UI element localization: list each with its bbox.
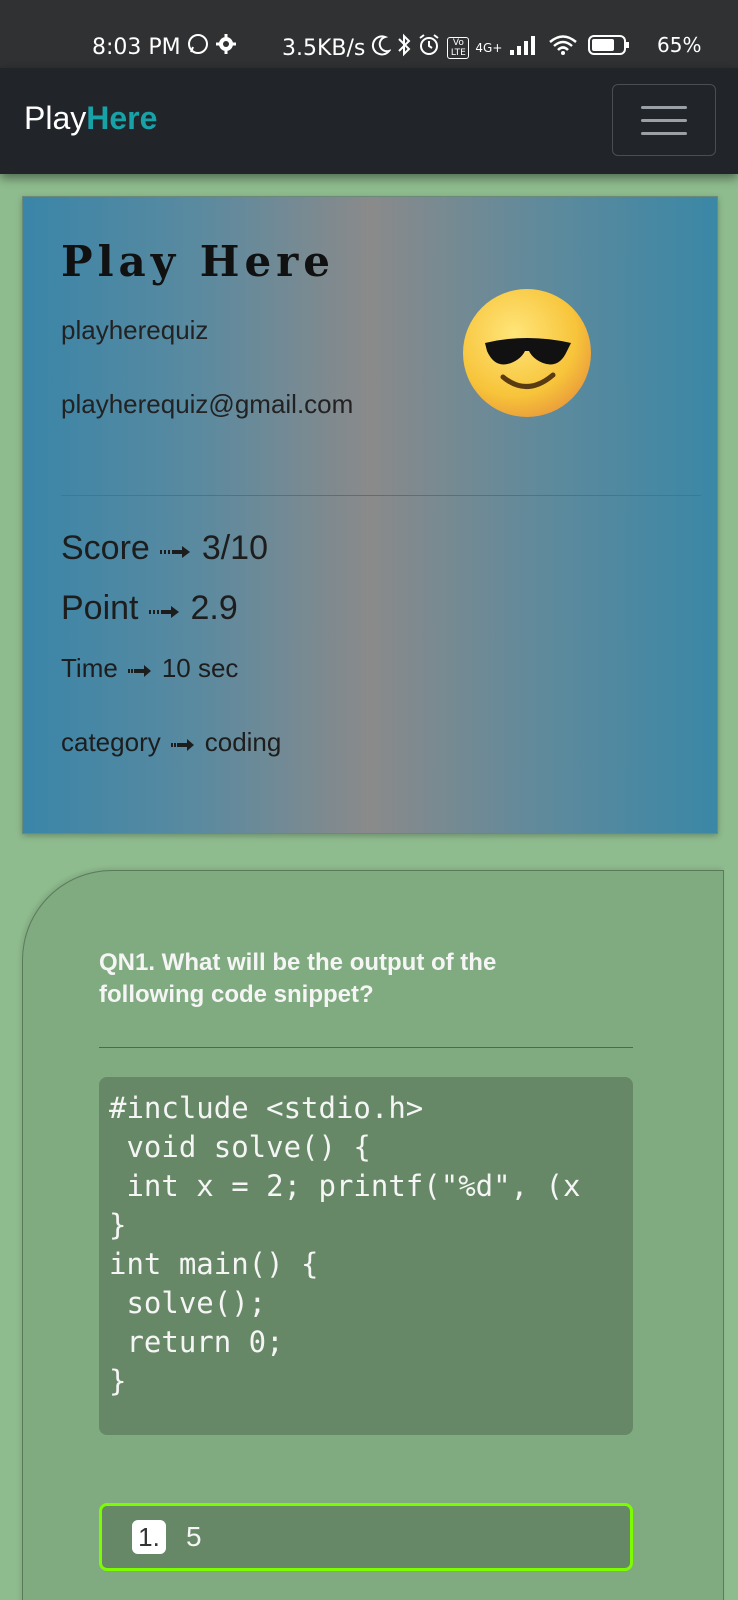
time-value: 10 sec [161, 653, 239, 683]
alarm-icon [417, 33, 441, 63]
arrow-right-icon [148, 589, 181, 628]
code-snippet: #include <stdio.h> void solve() { int x … [99, 1077, 633, 1435]
moon-icon [371, 34, 393, 62]
score-value: 3/10 [201, 529, 269, 567]
category-value: coding [204, 727, 282, 757]
net-speed: 3.5KB/s [282, 35, 366, 61]
whatsapp-icon [187, 33, 209, 61]
option-number: 1. [132, 1520, 166, 1554]
brand-logo[interactable]: PlayHere [24, 100, 157, 137]
signal-icon [508, 34, 538, 62]
answer-option-1[interactable]: 1. 5 [99, 1503, 633, 1571]
profile-username: playherequiz [61, 315, 209, 345]
score-stat: Score 3/10 [61, 529, 268, 568]
arrow-right-icon [170, 727, 195, 758]
question-divider [99, 1047, 633, 1048]
hamburger-icon [641, 105, 687, 109]
menu-toggle-button[interactable] [612, 84, 716, 156]
score-label: Score [61, 529, 150, 567]
option-text: 5 [186, 1521, 202, 1552]
question-text: QN1. What will be the output of the foll… [99, 949, 497, 1008]
arrow-right-icon [159, 529, 192, 568]
brand-accent: Here [86, 100, 158, 136]
category-label: category [61, 727, 161, 757]
bluetooth-icon [397, 33, 411, 63]
status-time: 8:03 PM [92, 34, 181, 60]
battery-percent: 65% [657, 33, 702, 57]
settings-icon [215, 33, 237, 61]
code-line: } [109, 1208, 127, 1242]
wifi-icon [548, 34, 578, 62]
time-label: Time [61, 653, 118, 683]
point-value: 2.9 [190, 589, 238, 627]
point-label: Point [61, 589, 139, 627]
arrow-right-icon [127, 653, 152, 684]
point-stat: Point 2.9 [61, 589, 238, 628]
profile-card: Play Here playherequiz playherequiz@gmai… [22, 196, 718, 834]
volte-icon: Vo LTE [447, 37, 470, 59]
profile-divider [61, 495, 701, 496]
code-line: solve(); [109, 1286, 267, 1320]
code-line: return 0; [109, 1325, 284, 1359]
profile-title: Play Here [61, 237, 336, 286]
code-line: int main() { [109, 1247, 319, 1281]
code-line: #include <stdio.h> [109, 1091, 424, 1125]
status-bar: 8:03 PM 3.5KB/s Vo LTE 4G+ 65% [0, 0, 738, 68]
time-stat: Time 10 sec [61, 653, 238, 684]
navbar: PlayHere [0, 68, 738, 174]
question-card: QN1. What will be the output of the foll… [22, 870, 724, 1600]
code-line: void solve() { [109, 1130, 371, 1164]
code-line: } [109, 1364, 127, 1398]
code-line: int x = 2; printf("%d", (x [109, 1169, 581, 1203]
category-stat: category coding [61, 727, 281, 758]
network-type: 4G+ [475, 41, 503, 55]
profile-email: playherequiz@gmail.com [61, 389, 354, 419]
battery-icon [588, 34, 630, 62]
sunglasses-emoji-icon [463, 289, 591, 417]
brand-main: Play [24, 100, 87, 136]
